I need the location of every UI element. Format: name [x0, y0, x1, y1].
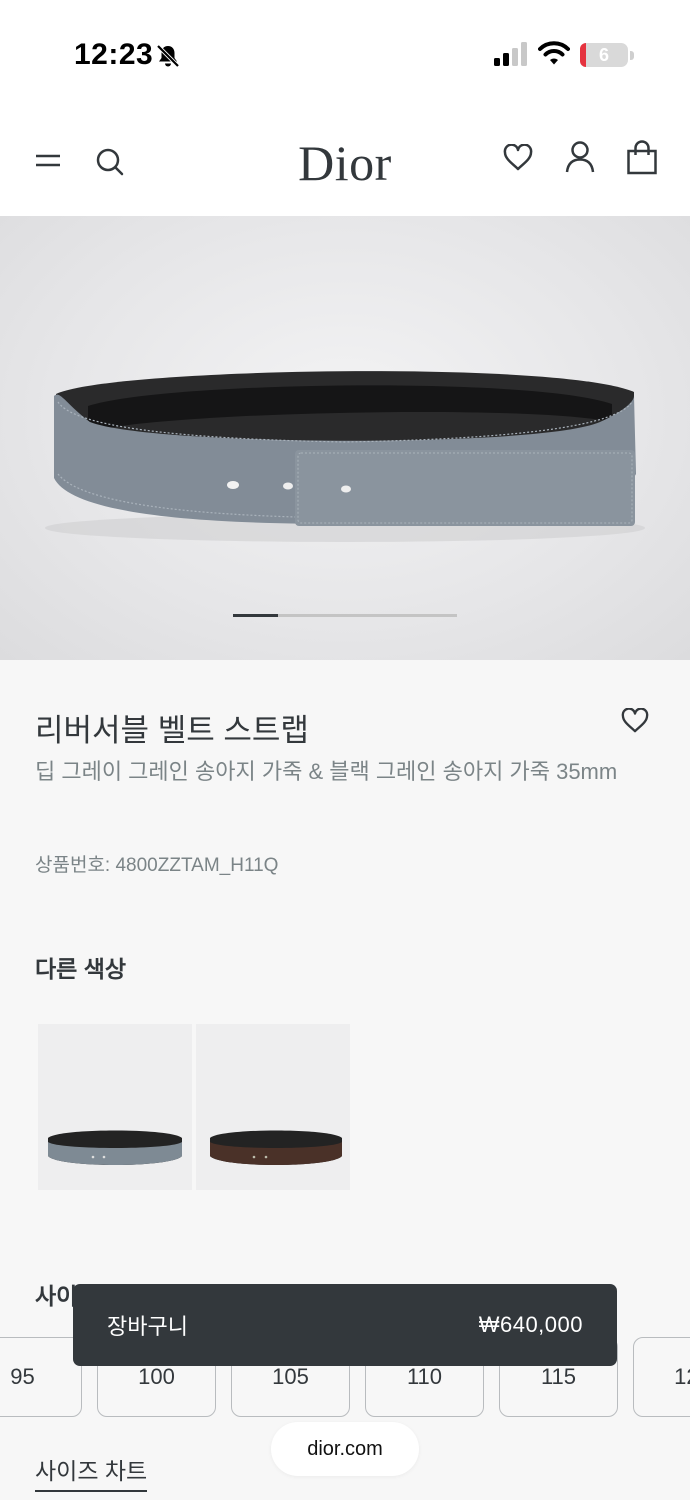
- heart-icon[interactable]: [503, 144, 533, 172]
- product-subtitle: 딥 그레이 그레인 송아지 가죽 & 블랙 그레인 송아지 가죽 35mm: [35, 759, 618, 784]
- cart-label: 장바구니: [107, 1314, 188, 1339]
- size-chart-link[interactable]: 사이즈 차트: [35, 1452, 148, 1492]
- carousel-indicator: [233, 614, 457, 617]
- signal-icon: [494, 42, 527, 66]
- product-price: ₩640,000: [478, 1312, 583, 1337]
- site-header: Dior: [0, 110, 690, 216]
- battery-level: 6: [598, 45, 609, 65]
- battery-icon: 6: [580, 43, 634, 67]
- gray-belt-thumbnail: [48, 1130, 182, 1165]
- status-time: 12:23: [74, 38, 154, 71]
- color-swatch-gray[interactable]: [38, 1024, 192, 1190]
- product-title: 리버서블 벨트 스트랩: [35, 713, 309, 748]
- belt-product-photo: [45, 371, 645, 542]
- brown-belt-thumbnail: [210, 1130, 342, 1165]
- status-bar: 12:23 6: [0, 0, 690, 110]
- bell-slash-icon: [156, 44, 180, 68]
- browser-url-pill[interactable]: dior.com: [271, 1422, 419, 1476]
- size-option-95[interactable]: 95: [0, 1337, 82, 1417]
- wifi-icon: [538, 41, 570, 65]
- account-icon[interactable]: [565, 140, 595, 174]
- other-colors-title: 다른 색상: [35, 956, 127, 982]
- wishlist-heart-icon[interactable]: [621, 708, 649, 734]
- product-image-carousel[interactable]: [0, 216, 690, 660]
- product-page: 12:23 6 Dior 리버서블 벨트 스트랩 딥 그레이 그레인 송아지 가…: [0, 0, 690, 1500]
- bag-icon[interactable]: [626, 140, 658, 176]
- color-swatch-brown[interactable]: [196, 1024, 350, 1190]
- add-to-cart-button[interactable]: 장바구니 ₩640,000: [73, 1284, 617, 1366]
- carousel-indicator-active: [233, 614, 278, 617]
- product-reference: 상품번호: 4800ZZTAM_H11Q: [35, 855, 279, 876]
- size-option-120[interactable]: 120: [633, 1337, 690, 1417]
